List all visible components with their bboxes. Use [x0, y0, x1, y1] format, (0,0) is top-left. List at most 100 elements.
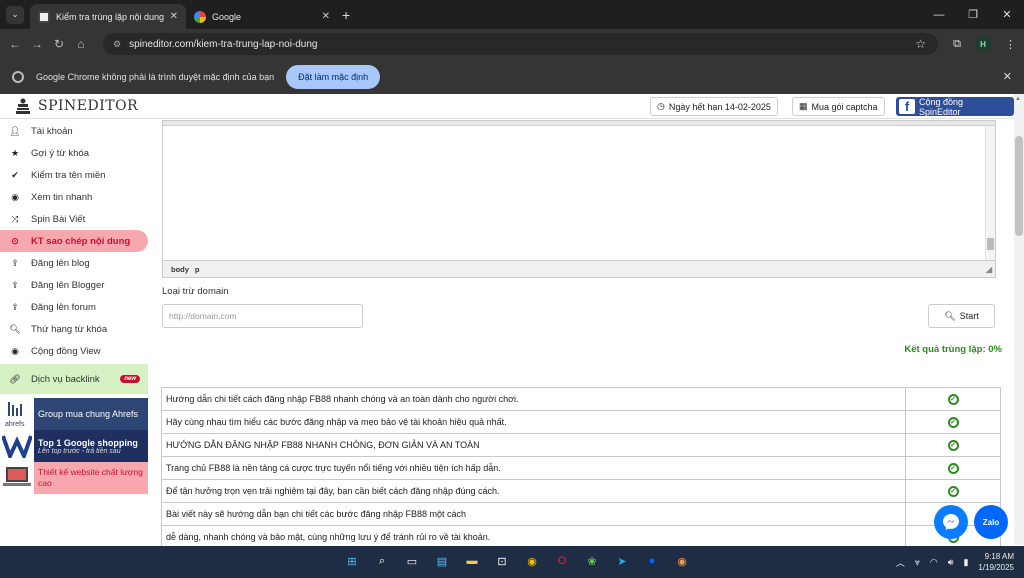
bookmark-star-icon[interactable]: ☆: [915, 37, 926, 51]
forward-icon[interactable]: →: [26, 37, 48, 51]
url-input[interactable]: ⚙ spineditor.com/kiem-tra-trung-lap-noi-…: [103, 33, 938, 55]
opera-icon[interactable]: O: [551, 550, 573, 572]
scroll-up-icon[interactable]: ▲: [1015, 96, 1021, 102]
expiry-button[interactable]: ◷ Ngày hết hạn 14-02-2025: [650, 97, 778, 116]
tab-active[interactable]: Kiểm tra trùng lặp nội dung ✕: [30, 4, 186, 29]
result-sentence: Để tận hưởng trọn vẹn trải nghiệm tại đâ…: [161, 479, 906, 503]
back-icon[interactable]: ←: [4, 37, 26, 51]
w-logo-graphic: [2, 435, 32, 458]
sidebar-item-domain-check[interactable]: ✔ Kiểm tra tên miền: [0, 164, 148, 186]
sidebar-item-label: Đăng lên blog: [31, 257, 90, 269]
task-view-icon[interactable]: ▭: [401, 550, 423, 572]
toolbar-right: ⧉ H ⋮: [953, 29, 1016, 59]
content-editor[interactable]: body p ◢: [162, 120, 996, 278]
store-icon[interactable]: ⊡: [491, 550, 513, 572]
promo-google-subtitle: Lên top trước - trả tiền sau: [38, 447, 121, 455]
chrome-icon: [12, 70, 24, 83]
sidebar-item-quick-news[interactable]: ◉ Xem tin nhanh: [0, 186, 148, 208]
promo-google-shopping[interactable]: Top 1 Google shopping Lên top trước - tr…: [0, 430, 148, 462]
community-button[interactable]: f Cộng đồng SpinEditor: [896, 97, 1014, 117]
start-label: Start: [959, 311, 979, 321]
menu-kebab-icon[interactable]: ⋮: [1005, 38, 1016, 51]
close-window-icon[interactable]: ✕: [990, 8, 1024, 21]
editor-scroll-thumb[interactable]: [987, 238, 994, 250]
promo-ahrefs[interactable]: ahrefs Group mua chung Ahrefs: [0, 398, 148, 430]
sidebar-item-keyword-suggest[interactable]: ★ Gợi ý từ khóa: [0, 142, 148, 164]
chrome-taskbar-icon[interactable]: ◉: [521, 550, 543, 572]
sidebar-item-keyword-rank[interactable]: 🔍︎ Thứ hạng từ khóa: [0, 318, 148, 340]
sidebar-item-post-blog[interactable]: ⇪ Đăng lên blog: [0, 252, 148, 274]
widgets-icon[interactable]: ▤: [431, 550, 453, 572]
sidebar-item-label: Kiểm tra tên miền: [31, 169, 106, 181]
taskbar-search-icon[interactable]: ⌕: [371, 550, 393, 572]
site-info-icon[interactable]: ⚙: [113, 39, 121, 50]
page-scroll-thumb[interactable]: [1015, 136, 1023, 236]
volume-icon[interactable]: 🔊︎: [948, 557, 954, 568]
clock-icon: ◷: [657, 101, 665, 111]
page-scrollbar[interactable]: ▲: [1014, 94, 1024, 545]
editor-scrollbar[interactable]: [985, 126, 995, 262]
profile-avatar[interactable]: H: [975, 36, 991, 52]
zalo-chat-button[interactable]: Zalo: [974, 505, 1008, 539]
close-tab-icon[interactable]: ✕: [322, 11, 330, 22]
sidebar-item-copy-check[interactable]: ⊙ KT sao chép nội dung: [0, 230, 148, 252]
tray-chevron-icon[interactable]: ︿: [896, 556, 905, 569]
wifi-icon[interactable]: ◠: [930, 557, 938, 568]
reload-icon[interactable]: ↻: [48, 37, 70, 51]
close-infobar-icon[interactable]: ✕: [1003, 70, 1012, 83]
exclude-domain-input[interactable]: [162, 304, 363, 328]
sidebar-item-post-blogger[interactable]: ⇪ Đăng lên Blogger: [0, 274, 148, 296]
url-text: spineditor.com/kiem-tra-trung-lap-noi-du…: [129, 38, 318, 50]
result-sentence: HƯỚNG DẪN ĐĂNG NHẬP FB88 NHANH CHÓNG, ĐƠ…: [161, 433, 906, 457]
ahrefs-logo-icon: ahrefs: [0, 398, 34, 430]
editor-toolbar: [163, 121, 995, 126]
promo-google-title: Top 1 Google shopping: [38, 437, 138, 448]
restore-icon[interactable]: ❐: [956, 8, 990, 21]
file-explorer-icon[interactable]: ▬: [461, 550, 483, 572]
table-row: Hướng dẫn chi tiết cách đăng nhập FB88 n…: [161, 387, 1001, 411]
home-icon[interactable]: ⌂: [70, 37, 92, 51]
vpn-icon[interactable]: ⩔: [915, 557, 920, 568]
chrome-canary-icon[interactable]: ◉: [671, 550, 693, 572]
window-controls: — ❐ ✕: [922, 0, 1024, 29]
windows-start-icon[interactable]: ⊞: [341, 550, 363, 572]
zalo-taskbar-icon[interactable]: ●: [641, 550, 663, 572]
buy-captcha-button[interactable]: ▦ Mua gói captcha: [792, 97, 885, 116]
new-tab-icon[interactable]: +: [342, 7, 350, 23]
editor-path-body[interactable]: body: [171, 265, 189, 274]
coccoc-icon[interactable]: ❀: [581, 550, 603, 572]
sidebar-item-post-forum[interactable]: ⇪ Đăng lên forum: [0, 296, 148, 318]
sidebar-item-account[interactable]: 👤︎ Tài khoản: [0, 120, 148, 142]
minimize-icon[interactable]: —: [922, 9, 956, 21]
result-sentence: Hãy cùng nhau tìm hiểu các bước đăng nhậ…: [161, 410, 906, 434]
editor-path-p[interactable]: p: [195, 265, 200, 274]
clock[interactable]: 9:18 AM 1/19/2025: [978, 551, 1014, 573]
extensions-icon[interactable]: ⧉: [953, 38, 961, 51]
table-row: Hãy cùng nhau tìm hiểu các bước đăng nhậ…: [161, 410, 1001, 434]
sidebar-item-backlink[interactable]: 🔗︎ Dịch vụ backlink new: [0, 364, 148, 394]
site-logo[interactable]: SPINEDITOR: [16, 98, 138, 114]
result-sentence: Trang chủ FB88 là nền tảng cá cược trực …: [161, 456, 906, 480]
sidebar-item-label: Gợi ý từ khóa: [31, 147, 89, 159]
promo-ahrefs-label: Group mua chung Ahrefs: [38, 409, 139, 419]
result-sentence: Bài viết này sẽ hướng dẫn bạn chi tiết c…: [161, 502, 906, 526]
link-icon: 🔗︎: [9, 373, 21, 384]
sidebar-item-label: Cộng đồng View: [31, 345, 101, 357]
laptop-icon: [0, 462, 34, 494]
resize-handle-icon[interactable]: ◢: [986, 265, 992, 274]
sidebar-item-spin[interactable]: ⤨ Spin Bài Viết: [0, 208, 148, 230]
tab-google[interactable]: Google ✕: [186, 4, 338, 29]
copy-icon: ⊙: [11, 235, 19, 246]
captcha-label: Mua gói captcha: [811, 101, 878, 112]
sidebar-item-community-view[interactable]: ◉ Cộng đồng View: [0, 340, 148, 362]
close-tab-icon[interactable]: ✕: [170, 11, 178, 22]
messenger-chat-button[interactable]: [934, 505, 968, 539]
start-button[interactable]: 🔍︎ Start: [928, 304, 995, 328]
battery-icon[interactable]: ▮: [963, 557, 968, 568]
tab-search-button[interactable]: ⌄: [6, 5, 24, 24]
promo-web-design[interactable]: Thiết kế website chất lượng cao: [0, 462, 148, 494]
telegram-icon[interactable]: ➤: [611, 550, 633, 572]
set-default-button[interactable]: Đặt làm mặc định: [286, 64, 381, 89]
result-sentence: Hướng dẫn chi tiết cách đăng nhập FB88 n…: [161, 387, 906, 411]
sidebar-item-label: KT sao chép nội dung: [31, 235, 131, 247]
